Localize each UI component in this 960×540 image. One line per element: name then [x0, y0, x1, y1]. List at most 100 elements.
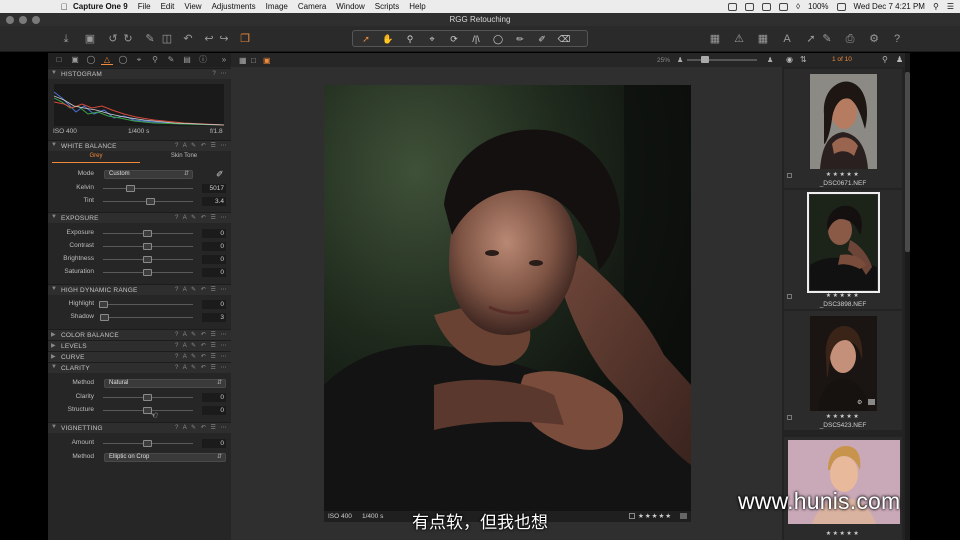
kelvin-slider[interactable]: [103, 188, 193, 189]
single-view-icon[interactable]: □: [251, 56, 256, 65]
zoom-slider[interactable]: [687, 59, 757, 61]
shadow-value[interactable]: 3: [202, 313, 226, 322]
grid-view-icon[interactable]: ▦: [239, 56, 247, 65]
menu-help[interactable]: Help: [409, 2, 425, 11]
rotate-icon[interactable]: ⟳: [443, 32, 465, 46]
apple-icon[interactable]: : [55, 2, 73, 12]
exposure-tab-icon[interactable]: △: [101, 55, 113, 65]
brightness-value[interactable]: 0: [202, 255, 226, 264]
saturation-slider-handle[interactable]: [143, 269, 152, 276]
highlight-value[interactable]: 0: [202, 300, 226, 309]
menu-edit[interactable]: Edit: [161, 2, 175, 11]
highlight-slider-handle[interactable]: [99, 301, 108, 308]
structure-value[interactable]: 0: [202, 406, 226, 415]
wifi-icon[interactable]: ◊: [796, 2, 800, 11]
contrast-value[interactable]: 0: [202, 242, 226, 251]
help-icon[interactable]: ?: [889, 31, 905, 47]
copy-icon[interactable]: ❐: [237, 31, 253, 47]
import-icon[interactable]: ⤓: [58, 31, 74, 47]
section-tools-icon[interactable]: ? A ✎ ↶ ☰ ⋯: [175, 353, 228, 360]
edit-icon[interactable]: ✎: [819, 31, 835, 47]
focus-view-icon[interactable]: ▣: [263, 56, 271, 65]
menu-adjustments[interactable]: Adjustments: [212, 2, 256, 11]
trash-icon[interactable]: ◫: [159, 31, 175, 47]
thumbnail-stars[interactable]: ★★★★★: [784, 171, 902, 178]
text-icon[interactable]: A: [779, 31, 795, 47]
clock[interactable]: Wed Dec 7 4:21 PM: [854, 2, 925, 11]
amount-slider-handle[interactable]: [143, 440, 152, 447]
more-tabs-icon[interactable]: »: [218, 55, 230, 65]
exposure-slider-handle[interactable]: [143, 230, 152, 237]
settings-icon[interactable]: ⚙: [866, 31, 882, 47]
exposure-value[interactable]: 0: [202, 229, 226, 238]
section-tools-icon[interactable]: ? A ✎ ↶ ☰ ⋯: [175, 331, 228, 338]
hdr-header[interactable]: ▼ HIGH DYNAMIC RANGE ? A ✎ ↶ ☰ ⋯: [48, 284, 231, 295]
section-tools-icon[interactable]: ? A ✎ ↶ ☰ ⋯: [175, 364, 228, 371]
brightness-slider-handle[interactable]: [143, 256, 152, 263]
brush-draw-icon[interactable]: ✏: [509, 32, 531, 46]
kelvin-value[interactable]: 5017: [202, 184, 226, 193]
menu-image[interactable]: Image: [266, 2, 288, 11]
main-photo[interactable]: [324, 85, 691, 511]
menu-app-name[interactable]: Capture One 9: [73, 2, 128, 11]
tint-slider-handle[interactable]: [146, 198, 155, 205]
section-help-icon[interactable]: ? ⋯: [212, 70, 228, 77]
evernote-icon[interactable]: [728, 2, 738, 11]
menu-view[interactable]: View: [184, 2, 201, 11]
tint-value[interactable]: 3.4: [202, 197, 226, 206]
meta-icon[interactable]: ▤: [181, 55, 193, 65]
thumbnail-image[interactable]: [810, 74, 877, 169]
clarity-method-select[interactable]: Natural ⇵: [104, 379, 226, 388]
photo-select-checkbox[interactable]: [629, 513, 635, 519]
clarity-header[interactable]: ▼ CLARITY ? A ✎ ↶ ☰ ⋯: [48, 362, 231, 373]
thumbnail-stars[interactable]: ★★★★★: [784, 413, 902, 420]
thumbnail-stars[interactable]: ★★★★★: [784, 292, 902, 299]
camera-icon[interactable]: ▣: [82, 31, 98, 47]
search-tab-icon[interactable]: ⚲: [149, 55, 161, 65]
section-tools-icon[interactable]: ? A ✎ ↶ ☰ ⋯: [175, 286, 228, 293]
zoom-icon[interactable]: ⚲: [399, 32, 421, 46]
menu-camera[interactable]: Camera: [298, 2, 326, 11]
menu-window[interactable]: Window: [336, 2, 364, 11]
white-balance-header[interactable]: ▼ WHITE BALANCE ? A ✎ ↶ ☰ ⋯: [48, 140, 231, 151]
picker-icon[interactable]: ✐: [531, 32, 553, 46]
eraser-icon[interactable]: ⌫: [553, 32, 575, 46]
apply-icon[interactable]: ➚: [803, 31, 819, 47]
tab-skin-tone[interactable]: Skin Tone: [140, 153, 228, 163]
menu-file[interactable]: File: [138, 2, 151, 11]
levels-header[interactable]: ▶ LEVELS ? A ✎ ↶ ☰ ⋯: [48, 340, 231, 351]
clarity-value[interactable]: 0: [202, 393, 226, 402]
section-tools-icon[interactable]: ? A ✎ ↶ ☰ ⋯: [175, 214, 228, 221]
keystone-icon[interactable]: /|\: [465, 32, 487, 46]
spotlight-icon[interactable]: ⚲: [933, 2, 939, 11]
select-icon[interactable]: ➚: [355, 32, 377, 46]
menu-scripts[interactable]: Scripts: [375, 2, 399, 11]
grid-icon[interactable]: ▦: [755, 31, 771, 47]
thumbnail-item-selected[interactable]: ★★★★★ _DSC3898.NEF: [784, 190, 902, 309]
saturation-value[interactable]: 0: [202, 268, 226, 277]
dropbox-icon[interactable]: [745, 2, 755, 11]
color-balance-header[interactable]: ▶ COLOR BALANCE ? A ✎ ↶ ☰ ⋯: [48, 329, 231, 340]
notification-icon[interactable]: ☰: [947, 2, 954, 11]
color-icon[interactable]: ◯: [85, 55, 97, 65]
section-tools-icon[interactable]: ? A ✎ ↶ ☰ ⋯: [175, 342, 228, 349]
section-tools-icon[interactable]: ? A ✎ ↶ ☰ ⋯: [175, 424, 228, 431]
search-icon[interactable]: ⚲: [882, 55, 888, 64]
print-icon[interactable]: ⎙: [842, 31, 858, 47]
contrast-slider-handle[interactable]: [143, 243, 152, 250]
wb-mode-select[interactable]: Custom ⇵: [104, 170, 193, 179]
folder-icon[interactable]: □: [53, 55, 65, 65]
section-tools-icon[interactable]: ? A ✎ ↶ ☰ ⋯: [175, 142, 228, 149]
thumbnail-stars[interactable]: ★★★★★: [784, 530, 902, 537]
zoom-slider-handle[interactable]: [701, 56, 709, 63]
eye-icon[interactable]: ◉: [786, 55, 793, 64]
camera-tab-icon[interactable]: ▣: [69, 55, 81, 65]
sort-icon[interactable]: ⇅: [800, 55, 807, 64]
rotate-left-icon[interactable]: ↺: [105, 31, 121, 47]
photo-star-rating[interactable]: ★★★★★: [638, 512, 672, 520]
shadow-slider-handle[interactable]: [100, 314, 109, 321]
brush-icon[interactable]: ✎: [142, 31, 158, 47]
info-icon[interactable]: ⓘ: [197, 55, 209, 65]
exposure-header[interactable]: ▼ EXPOSURE ? A ✎ ↶ ☰ ⋯: [48, 212, 231, 223]
volume-icon[interactable]: [779, 2, 789, 11]
